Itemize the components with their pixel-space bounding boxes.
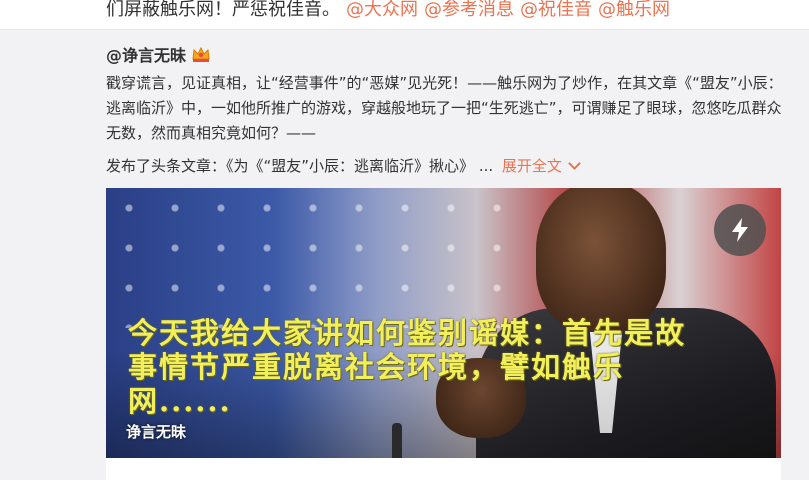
lightning-button[interactable] [714, 204, 766, 256]
speaker-figure-head [536, 188, 666, 332]
author-line: @诤言无昧 [106, 42, 211, 66]
mention-link[interactable]: @触乐网 [598, 0, 670, 20]
expand-label: 展开全文 [501, 157, 562, 175]
flag-stars-decoration [106, 188, 506, 328]
article-line: 发布了头条文章：《为《“盟友”小辰：逃离临沂》揪心》 ... 展开全文 [106, 154, 581, 179]
repost-content: @诤言无昧 戳穿谎言，见证真相，让“经营事件”的“恶媒”见光死！——触乐网为了炒… [0, 31, 809, 480]
expand-full-text-button[interactable]: 展开全文 [501, 157, 581, 175]
previous-post-text: 们屏蔽触乐网！严惩祝佳音。 [106, 0, 340, 20]
cover-watermark: 诤言无昧 [126, 423, 187, 441]
mention-link[interactable]: @祝佳音 [520, 0, 592, 20]
article-card-footer [106, 458, 781, 480]
mention-link[interactable]: @大众网 [346, 0, 418, 20]
lightning-icon [732, 218, 748, 242]
mention-link[interactable]: @参考消息 [424, 0, 514, 20]
ellipsis: ... [478, 157, 494, 175]
chevron-down-icon [568, 157, 581, 170]
post-body-text: 戳穿谎言，见证真相，让“经营事件”的“恶媒”见光死！——触乐网为了炒作，在其文章… [106, 74, 783, 142]
article-link[interactable]: 发布了头条文章：《为《“盟友”小辰：逃离临沂》揪心》 [106, 157, 474, 175]
article-card[interactable]: 今天我给大家讲如何鉴别谣媒：首先是故事情节严重脱离社会环境，譬如触乐网.....… [106, 188, 781, 480]
author-name[interactable]: @诤言无昧 [106, 42, 186, 66]
vip-crown-icon[interactable] [191, 45, 211, 63]
cover-caption-text: 今天我给大家讲如何鉴别谣媒：首先是故事情节严重脱离社会环境，譬如触乐网.....… [128, 316, 687, 418]
previous-post-text-line: 们屏蔽触乐网！严惩祝佳音。 @大众网 @参考消息 @祝佳音 @触乐网 [106, 0, 670, 21]
article-cover-image: 今天我给大家讲如何鉴别谣媒：首先是故事情节严重脱离社会环境，譬如触乐网.....… [106, 188, 781, 468]
previous-post-tail: 们屏蔽触乐网！严惩祝佳音。 @大众网 @参考消息 @祝佳音 @触乐网 [0, 0, 809, 30]
microphone [392, 423, 402, 463]
